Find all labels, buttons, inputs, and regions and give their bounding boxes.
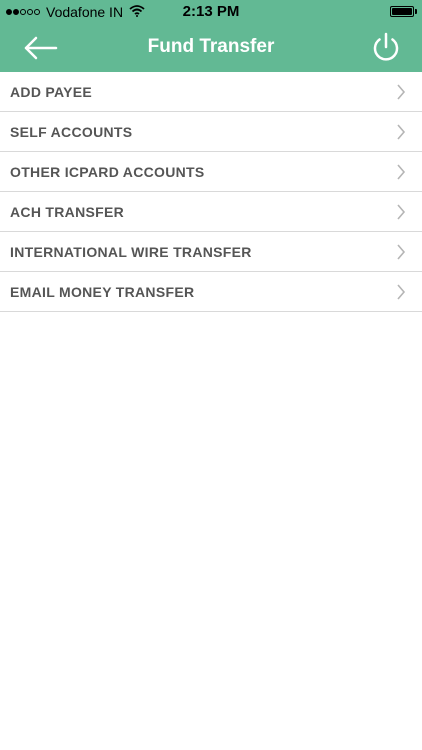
battery-fill (392, 8, 412, 15)
menu-item-other-icpard-accounts[interactable]: OTHER ICPARD ACCOUNTS (0, 152, 422, 192)
page-title: Fund Transfer (147, 36, 275, 57)
chevron-right-icon (397, 164, 406, 180)
status-time: 2:13 PM (182, 3, 240, 20)
battery-cap (415, 9, 417, 14)
chevron-right-icon (397, 124, 406, 140)
menu-item-label: ACH TRANSFER (10, 203, 125, 220)
menu-item-label: INTERNATIONAL WIRE TRANSFER (10, 243, 252, 260)
chevron-right-icon (397, 284, 406, 300)
chevron-right-icon (397, 204, 406, 220)
menu-item-label: SELF ACCOUNTS (10, 123, 133, 140)
chevron-right-icon (397, 84, 406, 100)
status-bar: Vodafone IN 2:13 PM (0, 0, 422, 24)
battery-icon (390, 6, 414, 17)
fund-transfer-menu: ADD PAYEE SELF ACCOUNTS OTHER ICPARD ACC… (0, 72, 422, 312)
menu-item-email-money-transfer[interactable]: EMAIL MONEY TRANSFER (0, 272, 422, 312)
logout-button[interactable] (370, 31, 402, 65)
menu-item-ach-transfer[interactable]: ACH TRANSFER (0, 192, 422, 232)
chevron-right-icon (397, 244, 406, 260)
nav-bar: Fund Transfer (0, 24, 422, 72)
menu-item-label: ADD PAYEE (10, 83, 93, 100)
menu-item-label: OTHER ICPARD ACCOUNTS (10, 163, 205, 180)
menu-item-international-wire-transfer[interactable]: INTERNATIONAL WIRE TRANSFER (0, 232, 422, 272)
menu-item-add-payee[interactable]: ADD PAYEE (0, 72, 422, 112)
menu-item-self-accounts[interactable]: SELF ACCOUNTS (0, 112, 422, 152)
menu-item-label: EMAIL MONEY TRANSFER (10, 283, 195, 300)
power-icon (373, 32, 399, 61)
